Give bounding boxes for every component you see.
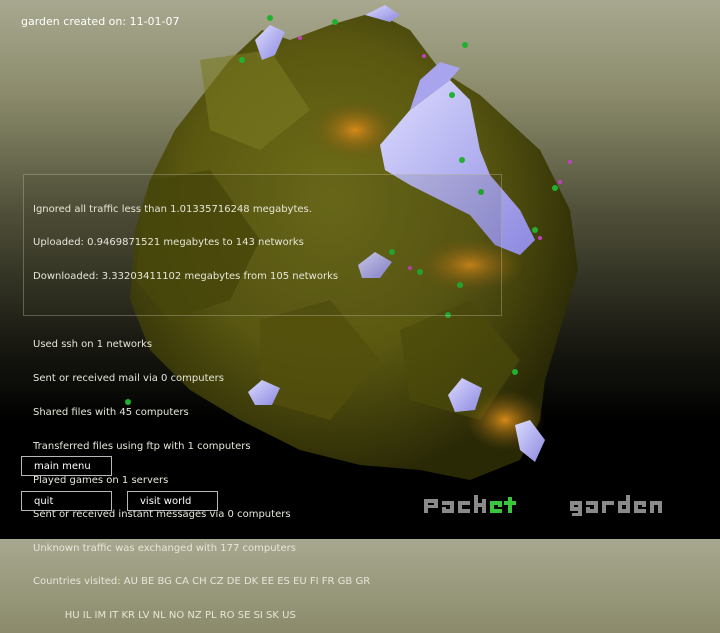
stats-line: Transferred files using ftp with 1 compu… [33, 440, 251, 452]
stats-line: HU IL IM IT KR LV NL NO NZ PL RO SE SI S… [33, 610, 296, 622]
stats-line: Unknown traffic was exchanged with 177 c… [33, 542, 296, 554]
quit-button[interactable]: quit [21, 491, 112, 511]
stats-line [33, 305, 370, 316]
stats-line: Countries visited: AU BE BG CA CH CZ DE … [33, 576, 371, 588]
stats-line: Uploaded: 0.9469871521 megabytes to 143 … [33, 237, 304, 249]
created-label: garden created on: [21, 15, 127, 28]
stats-line: Downloaded: 3.33203411102 megabytes from… [33, 271, 339, 283]
stats-line: Sent or received mail via 0 computers [33, 373, 225, 385]
stats-text: Ignored all traffic less than 1.01335716… [33, 181, 370, 633]
garden-created-label: garden created on: 11-01-07 [21, 15, 180, 28]
stats-line: Ignored all traffic less than 1.01335716… [33, 203, 312, 215]
created-date: 11-01-07 [129, 15, 180, 28]
packet-garden-logo [424, 495, 662, 516]
stats-line: Used ssh on 1 networks [33, 339, 153, 351]
visit-world-button[interactable]: visit world [127, 491, 218, 511]
main-menu-button[interactable]: main menu [21, 456, 112, 476]
stats-line: Shared files with 45 computers [33, 406, 189, 418]
